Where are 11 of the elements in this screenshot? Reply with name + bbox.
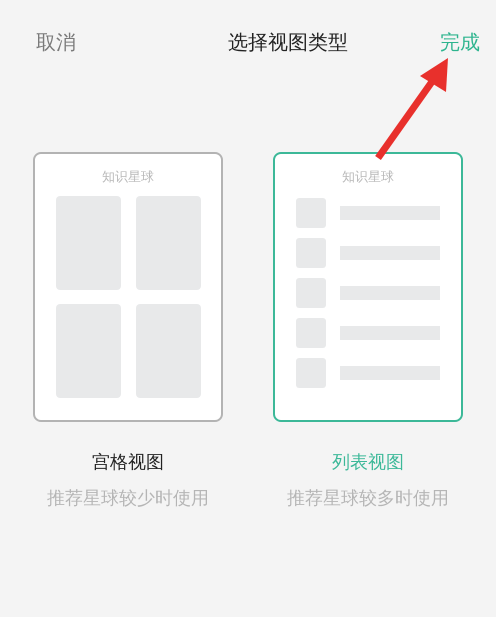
view-hint: 推荐星球较少时使用 [47, 487, 209, 510]
cancel-button[interactable]: 取消 [36, 28, 76, 56]
view-name: 宫格视图 [92, 451, 164, 474]
view-name: 列表视图 [332, 451, 404, 474]
preview-title: 知识星球 [342, 169, 394, 186]
page-title: 选择视图类型 [228, 28, 348, 56]
view-preview-card[interactable]: 知识星球 [273, 152, 463, 422]
view-hint: 推荐星球较多时使用 [287, 487, 449, 510]
done-button[interactable]: 完成 [440, 28, 480, 56]
view-preview-card[interactable]: 知识星球 [33, 152, 223, 422]
preview-title: 知识星球 [102, 169, 154, 186]
